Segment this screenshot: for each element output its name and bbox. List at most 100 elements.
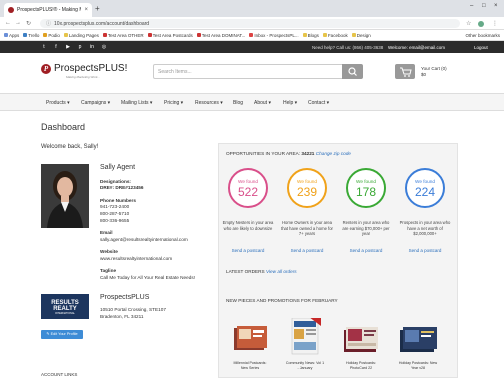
other-bookmarks[interactable]: Other bookmarks — [465, 33, 500, 38]
promo-caption: Holiday Postcards: PhotoCard 22 — [346, 361, 376, 370]
instagram-icon[interactable]: ◎ — [101, 44, 107, 50]
zip-code: 34221 — [301, 151, 315, 156]
new-tab-icon[interactable]: + — [95, 4, 100, 13]
menu-icon[interactable]: ⋮ — [492, 20, 498, 27]
stat-circle-net-worth: We found 224 — [405, 168, 445, 208]
browser-tab[interactable]: ProspectsPLUS!® - Making Mark... × — [4, 3, 92, 17]
linkedin-icon[interactable]: in — [89, 44, 95, 50]
nav-campaigns[interactable]: Campaigns ▾ — [81, 100, 110, 106]
designations-label: Designations: — [100, 179, 131, 184]
url-input[interactable]: ⓘ 10x.prospectsplus.com/account/dashboar… — [40, 19, 460, 28]
tab-title: ProspectsPLUS!® - Making Mark... — [17, 7, 82, 13]
stat-circle-empty-nesters: We found 522 — [228, 168, 268, 208]
phone-label: Phone Numbers — [100, 198, 136, 203]
facebook-icon[interactable]: f — [53, 44, 59, 50]
info-icon: ⓘ — [46, 21, 52, 27]
back-icon[interactable]: ← — [5, 20, 11, 26]
promo-caption: Millennial Postcards: New Series — [233, 361, 267, 370]
bookmark-item[interactable]: Inbox - ProspectsPL... — [249, 33, 299, 38]
promo-thumbnail[interactable] — [398, 318, 438, 358]
bookmark-item[interactable]: Trello — [23, 33, 39, 38]
nav-about[interactable]: About ▾ — [254, 100, 271, 106]
promo-thumbnail[interactable] — [287, 317, 323, 358]
stat-circle-home-owners: We found 239 — [287, 168, 327, 208]
youtube-icon[interactable]: ▶ — [65, 44, 71, 50]
star-icon[interactable]: ☆ — [466, 20, 471, 27]
stat-description: Prospects in your area who have a net wo… — [399, 220, 451, 236]
agent-email: sally.agent@resultsrealtyinternational.c… — [100, 237, 188, 242]
email-label: Email — [100, 230, 113, 235]
logo-icon[interactable]: P — [41, 64, 51, 74]
forward-icon[interactable]: → — [15, 20, 21, 26]
opportunities-heading: OPPORTUNITIES IN YOUR AREA: 34221 Change… — [226, 151, 351, 156]
bookmark-item[interactable]: Test Area OTHER — [102, 33, 144, 38]
company-city: Bradenton, FL 34211 — [100, 314, 144, 319]
maximize-icon[interactable]: □ — [482, 3, 486, 9]
profile-avatar[interactable] — [478, 20, 484, 27]
send-postcard-link[interactable]: Send a postcard — [222, 248, 274, 253]
edit-profile-button[interactable]: ✎ Edit Your Profile — [41, 330, 83, 339]
logo-tagline: Making Marketing Work... — [66, 75, 101, 79]
bookmark-item[interactable]: Podio — [43, 33, 60, 38]
welcome-message: Welcome back, Sally! — [41, 144, 99, 150]
cart-button[interactable] — [395, 64, 415, 79]
page-title: Dashboard — [41, 122, 86, 132]
phone-number: 941-723-2400 — [100, 204, 130, 209]
favicon-icon — [8, 7, 14, 13]
send-postcard-link[interactable]: Send a postcard — [399, 248, 451, 253]
phone-number: 800-336-9655 — [100, 218, 130, 223]
change-zip-link[interactable]: Change zip code — [316, 151, 351, 156]
nav-products[interactable]: Products ▾ — [46, 100, 70, 106]
site-top-bar: t f ▶ p in ◎ Need help? Call us: (866) 4… — [0, 41, 504, 53]
address-bar: ← → ↻ ⓘ 10x.prospectsplus.com/account/da… — [0, 17, 504, 30]
bookmark-item[interactable]: Apps — [4, 33, 19, 38]
bookmark-item[interactable]: Blogs — [302, 33, 319, 38]
bookmark-item[interactable]: Landing Pages — [63, 33, 99, 38]
bookmark-item[interactable]: Test Area DOMINAT... — [196, 33, 245, 38]
phone-number: 800-287-5710 — [100, 211, 130, 216]
nav-blog[interactable]: Blog — [233, 100, 243, 106]
search-input[interactable]: Search Items... — [153, 64, 343, 79]
company-logo: RESULTS REALTY INTERNATIONAL — [41, 294, 89, 319]
cart-label[interactable]: Your Cart (0) — [421, 66, 447, 71]
nav-resources[interactable]: Resources ▾ — [195, 100, 223, 106]
bookmark-item[interactable]: Test Area Postcards — [147, 33, 193, 38]
bookmark-item[interactable]: Design — [351, 33, 371, 38]
minimize-icon[interactable]: – — [470, 3, 473, 9]
main-nav: Products ▾ Campaigns ▾ Mailing Lists ▾ P… — [0, 93, 504, 111]
reload-icon[interactable]: ↻ — [26, 20, 31, 27]
nav-mailing-lists[interactable]: Mailing Lists ▾ — [121, 100, 152, 106]
nav-contact[interactable]: Contact ▾ — [308, 100, 329, 106]
dre-number: DRE#: DRE#123456 — [100, 185, 144, 190]
nav-pricing[interactable]: Pricing ▾ — [164, 100, 183, 106]
window-close-icon[interactable]: × — [494, 3, 498, 9]
new-pieces-heading: NEW PIECES AND PROMOTIONS FOR FEBRUARY — [226, 298, 338, 303]
twitter-icon[interactable]: t — [41, 44, 47, 50]
nav-help[interactable]: Help ▾ — [283, 100, 297, 106]
account-links-heading: ACCOUNT LINKS — [41, 372, 78, 377]
website-label: Website — [100, 249, 118, 254]
company-address: 10510 Portal Crossing, STE107 — [100, 307, 166, 312]
agent-photo — [41, 164, 89, 228]
url-text: 10x.prospectsplus.com/account/dashboard — [54, 20, 150, 27]
help-phone: Need help? Call us: (866) 405-3638 — [312, 44, 384, 50]
promo-thumbnail[interactable] — [342, 318, 380, 358]
send-postcard-link[interactable]: Send a postcard — [340, 248, 392, 253]
agent-tagline: Call Me Today for All Your Real Estate N… — [100, 275, 196, 280]
cart-total: $0 — [421, 72, 427, 77]
welcome-email: Welcome: email@email.com — [388, 44, 445, 50]
search-button[interactable] — [342, 64, 363, 79]
logo-text[interactable]: ProspectsPLUS! — [54, 63, 127, 74]
logout-link[interactable]: Logout — [474, 45, 488, 50]
latest-orders-heading: LATEST ORDERS View all orders — [226, 269, 297, 274]
promo-caption: Holiday Postcards: New Year v28 — [398, 361, 438, 370]
stat-description: Home Owners in your area that have owned… — [281, 220, 333, 236]
stat-description: Renters in your area who are earning $70… — [342, 220, 390, 236]
send-postcard-link[interactable]: Send a postcard — [281, 248, 333, 253]
promo-thumbnail[interactable] — [232, 318, 268, 358]
bookmark-item[interactable]: Facebook — [322, 33, 348, 38]
close-icon[interactable]: × — [84, 7, 88, 13]
view-all-orders-link[interactable]: View all orders — [266, 269, 297, 274]
pinterest-icon[interactable]: p — [77, 44, 83, 50]
browser-tab-strip: ProspectsPLUS!® - Making Mark... × + – □… — [0, 0, 504, 17]
